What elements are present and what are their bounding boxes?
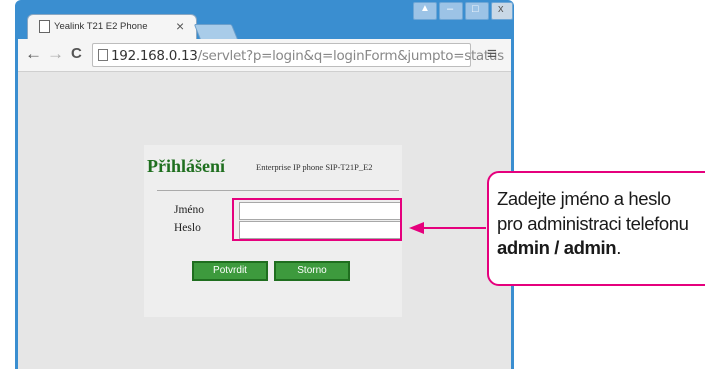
callout-text: Zadejte jméno a heslo pro administraci t… [497,187,689,261]
callout-period: . [616,237,621,258]
arrow-left-icon [409,222,424,234]
callout-credentials: admin / admin [497,237,617,258]
callout-line-1: Zadejte jméno a heslo [497,188,671,209]
instruction-callout: Zadejte jméno a heslo pro administraci t… [487,171,705,286]
callout-line-2: pro administraci telefonu [497,212,689,234]
